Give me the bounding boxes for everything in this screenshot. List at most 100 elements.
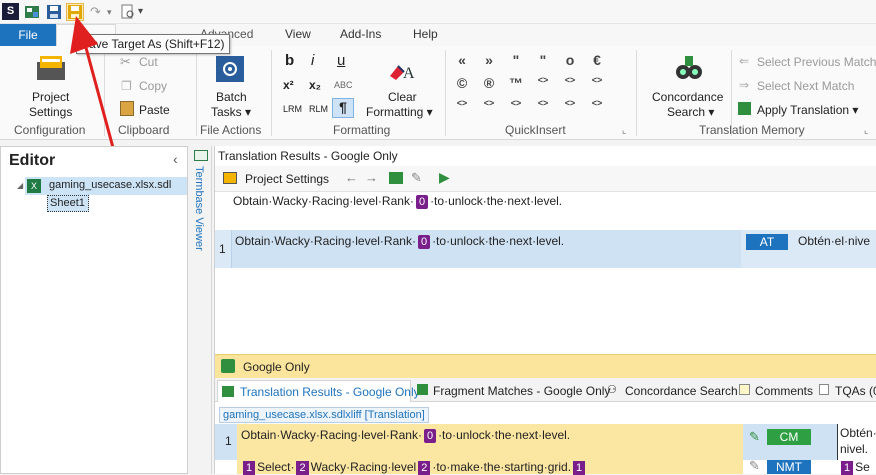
- batch-tasks-label-1[interactable]: Batch: [216, 90, 247, 104]
- editor-pane: Editor ‹ ◢ X gaming_usecase.xlsx.sdl She…: [0, 146, 188, 474]
- quickinsert-symbol-button[interactable]: <>: [587, 98, 607, 108]
- quickinsert-symbol-button[interactable]: <>: [452, 98, 472, 108]
- source-text-part: ·to·unlock·the·next·level.: [438, 428, 571, 442]
- quickinsert-symbol-button[interactable]: <>: [560, 75, 580, 85]
- apply-translation-icon: [738, 102, 751, 115]
- clear-formatting-label-1[interactable]: Clear: [388, 90, 417, 104]
- quickinsert-symbol-button[interactable]: ": [533, 52, 553, 68]
- quickinsert-symbol-button[interactable]: ": [506, 52, 526, 68]
- source-text-part: ·to·make·the·starting·grid.: [432, 460, 572, 474]
- quickinsert-symbol-button[interactable]: «: [452, 52, 472, 68]
- svg-text:A: A: [403, 65, 415, 82]
- result-row[interactable]: 1 Obtain·Wacky·Racing·level·Rank· 0 ·to·un…: [215, 230, 876, 268]
- select-previous-match-icon: ⇐: [739, 54, 750, 68]
- result-target-text: Obtén·el·nive: [798, 234, 871, 248]
- concordance-search-label-1[interactable]: Concordance: [652, 90, 723, 104]
- tab-help[interactable]: Help: [413, 27, 438, 41]
- bold-button[interactable]: b: [285, 52, 294, 69]
- apply-translation-button[interactable]: Apply Translation ▾: [757, 103, 858, 117]
- segment-source-cell: Obtain·Wacky·Racing·level·Rank· 0 ·to·unlo…: [237, 424, 743, 460]
- tab-translation-results[interactable]: Translation Results - Google Only: [217, 380, 420, 402]
- tab-comments[interactable]: Comments: [755, 384, 813, 398]
- apply-result-icon[interactable]: [389, 172, 403, 184]
- quickinsert-symbol-button[interactable]: ®: [479, 75, 499, 91]
- google-only-bar[interactable]: Google Only: [215, 354, 876, 378]
- status-badge-nmt: NMT: [767, 460, 811, 474]
- tab-file[interactable]: File: [0, 24, 56, 46]
- quickinsert-symbol-button[interactable]: »: [479, 52, 499, 68]
- segment-row-2[interactable]: 1 Select· 2 Wacky·Racing·level 2 ·to·make·the…: [215, 458, 876, 475]
- segment-source-text: 1 Select· 2 Wacky·Racing·level 2 ·to·make·the…: [241, 460, 587, 475]
- tab-view[interactable]: View: [285, 27, 311, 41]
- arrow-left-icon[interactable]: ←: [345, 170, 358, 185]
- quickinsert-symbol-button[interactable]: <>: [506, 98, 526, 108]
- concordance-search-label-2[interactable]: Search ▾: [667, 105, 714, 119]
- results-project-settings-button[interactable]: Project Settings: [245, 172, 329, 186]
- quickinsert-symbol-button[interactable]: <>: [533, 75, 553, 85]
- clear-formatting-icon: A: [386, 58, 416, 84]
- status-badge-cm: CM: [767, 429, 811, 445]
- superscript-button[interactable]: x²: [283, 78, 294, 92]
- quickinsert-symbol-button[interactable]: <>: [533, 98, 553, 108]
- concordance-tab-icon: ⚇: [607, 384, 617, 396]
- tqas-icon: [819, 384, 829, 395]
- source-text-part: Obtain·Wacky·Racing·level·Rank·: [241, 428, 422, 442]
- italic-button[interactable]: i: [311, 52, 314, 69]
- segment-target-cell[interactable]: Obtén· nivel.: [837, 424, 876, 460]
- tree-expand-icon[interactable]: ◢: [17, 181, 23, 190]
- divider: [196, 50, 197, 136]
- source-text-part: Wacky·Racing·level: [310, 460, 417, 474]
- tree-item-file[interactable]: X gaming_usecase.xlsx.sdl: [25, 177, 187, 195]
- batch-tasks-icon: [216, 56, 244, 82]
- tab-fragment-matches[interactable]: Fragment Matches - Google Only: [433, 384, 610, 398]
- quickinsert-symbol-button[interactable]: ©: [452, 75, 472, 91]
- tools-icon[interactable]: ✎: [411, 170, 422, 186]
- google-only-label: Google Only: [243, 360, 310, 374]
- segment-target-text-2: nivel.: [840, 442, 869, 456]
- play-icon[interactable]: ▶: [439, 169, 450, 186]
- tag-0: 0: [423, 429, 437, 443]
- collapse-editor-icon[interactable]: ‹: [173, 151, 178, 167]
- pilcrow-button[interactable]: ¶: [332, 98, 354, 118]
- main-area: Translation Results - Google Only Projec…: [214, 146, 876, 475]
- document-tab[interactable]: gaming_usecase.xlsx.sdlxliff [Translatio…: [219, 407, 429, 423]
- termbase-viewer-strip[interactable]: Termbase Viewer: [190, 146, 212, 474]
- underline-button[interactable]: u: [337, 52, 345, 69]
- lrm-button[interactable]: LRM: [283, 104, 302, 114]
- editor-title: Editor: [9, 152, 56, 169]
- edit-pencil-icon: ✎: [749, 458, 760, 473]
- tm-dialog-launcher-icon[interactable]: ⌞: [864, 125, 868, 136]
- strikethrough-button[interactable]: ABC: [334, 80, 353, 90]
- project-settings-small-icon: [223, 172, 237, 184]
- segment-row-1[interactable]: 1 Obtain·Wacky·Racing·level·Rank· 0 ·to·un…: [215, 424, 876, 460]
- results-source-text: Obtain·Wacky·Racing·level·Rank· 0 ·to·unlo…: [233, 194, 562, 209]
- quickinsert-symbol-button[interactable]: <>: [479, 98, 499, 108]
- segment-source-text: Obtain·Wacky·Racing·level·Rank· 0 ·to·unlo…: [241, 428, 570, 443]
- arrow-right-icon[interactable]: →: [365, 170, 378, 185]
- quickinsert-symbol-button[interactable]: <>: [587, 75, 607, 85]
- batch-tasks-label-2[interactable]: Tasks ▾: [211, 105, 251, 119]
- tree-item-sheet[interactable]: Sheet1: [47, 195, 89, 212]
- clear-formatting-label-2[interactable]: Formatting ▾: [366, 105, 433, 119]
- divider: [271, 50, 272, 136]
- dialog-launcher-icon[interactable]: ⌞: [622, 125, 626, 136]
- subscript-button[interactable]: x₂: [309, 78, 321, 92]
- quickinsert-symbol-button[interactable]: ™: [506, 75, 526, 91]
- translation-results-icon: [222, 386, 234, 397]
- open-file-icon[interactable]: [24, 4, 40, 20]
- quickinsert-symbol-button[interactable]: o: [560, 52, 580, 68]
- tree-sheet-label: Sheet1: [50, 197, 85, 209]
- tag-1: 1: [243, 461, 256, 475]
- source-text-part: ·to·unlock·the·next·level.: [430, 194, 563, 208]
- tag-1: 1: [841, 461, 854, 475]
- quickinsert-symbol-button[interactable]: €: [587, 52, 607, 68]
- select-previous-match-button[interactable]: Select Previous Match: [757, 55, 876, 69]
- tab-tqas[interactable]: TQAs (0: [835, 384, 876, 398]
- tab-addins[interactable]: Add-Ins: [340, 27, 381, 41]
- select-next-match-button[interactable]: Select Next Match: [757, 79, 854, 93]
- comments-icon: [739, 384, 750, 395]
- source-text-part: ·to·unlock·the·next·level.: [432, 234, 565, 248]
- rlm-button[interactable]: RLM: [309, 104, 328, 114]
- quickinsert-symbol-button[interactable]: <>: [560, 98, 580, 108]
- tab-concordance-search[interactable]: Concordance Search: [625, 384, 738, 398]
